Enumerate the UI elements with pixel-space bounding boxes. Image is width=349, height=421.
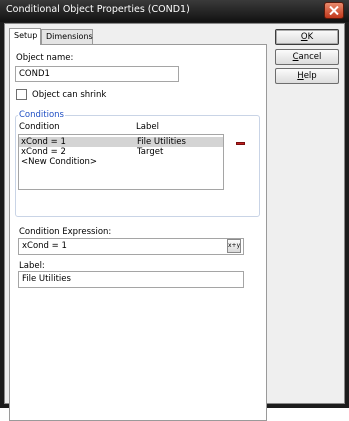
label-field-label: Label:: [19, 261, 45, 271]
object-name-label: Object name:: [16, 53, 74, 63]
condition-cell: xCond = 1: [21, 137, 66, 147]
label-cell: File Utilities: [137, 137, 186, 147]
can-shrink-checkbox[interactable]: [16, 89, 27, 100]
tab-dimensions-label: Dimensions: [46, 32, 93, 41]
label-cell: Target: [137, 147, 164, 157]
condition-row[interactable]: xCond = 1 File Utilities: [19, 137, 223, 147]
remove-condition-icon[interactable]: [236, 142, 245, 145]
label-field[interactable]: File Utilities: [18, 271, 244, 288]
window-title: Conditional Object Properties (COND1): [6, 4, 190, 15]
condition-cell: <New Condition>: [21, 157, 98, 167]
help-label: elp: [303, 71, 317, 81]
ok-label: K: [307, 32, 314, 42]
cancel-label: ancel: [298, 52, 322, 62]
help-button[interactable]: Help: [275, 68, 339, 84]
conditions-list[interactable]: xCond = 1 File Utilities xCond = 2 Targe…: [18, 134, 224, 190]
can-shrink-label: Object can shrink: [32, 90, 107, 100]
dialog-client-area: Setup Dimensions Object name: COND1 Obje…: [4, 23, 345, 421]
ok-accelerator: O: [300, 32, 308, 42]
title-bar[interactable]: Conditional Object Properties (COND1): [0, 0, 349, 22]
close-icon: [329, 6, 339, 15]
tab-setup-label: Setup: [14, 31, 38, 40]
condition-expression-field[interactable]: xCond = 1: [18, 238, 244, 255]
dialog-window: Conditional Object Properties (COND1) Se…: [0, 0, 349, 421]
conditions-group-caption: Conditions: [18, 110, 65, 120]
object-name-field[interactable]: COND1: [15, 66, 179, 82]
condition-cell: xCond = 2: [21, 147, 66, 157]
condition-row[interactable]: xCond = 2 Target: [19, 147, 223, 157]
condition-expression-label: Condition Expression:: [19, 227, 112, 237]
tab-dimensions[interactable]: Dimensions: [41, 29, 93, 44]
new-condition-row[interactable]: <New Condition>: [19, 157, 223, 167]
expression-builder-button[interactable]: x+y: [227, 239, 241, 253]
cancel-button[interactable]: Cancel: [275, 49, 339, 65]
setup-panel: Object name: COND1 Object can shrink Con…: [9, 44, 267, 421]
close-button[interactable]: [324, 2, 344, 19]
tab-setup[interactable]: Setup: [9, 28, 41, 45]
ok-button[interactable]: OK: [275, 29, 339, 45]
label-column-header: Label: [136, 122, 159, 132]
condition-column-header: Condition: [19, 122, 60, 132]
